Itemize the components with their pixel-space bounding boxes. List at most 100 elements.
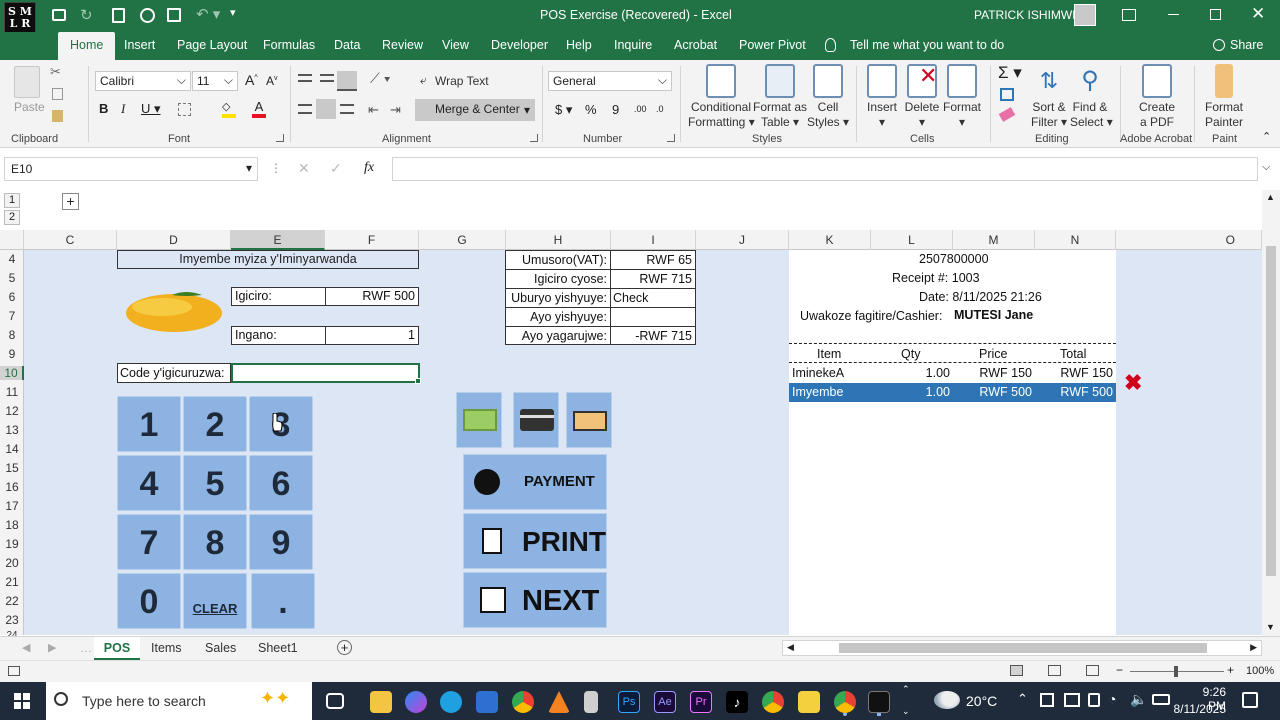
clear-icon[interactable] [998,107,1016,122]
sticky-notes-icon[interactable] [798,691,820,713]
chrome-profile-icon[interactable] [762,691,784,713]
bold-icon[interactable]: B [99,101,108,116]
qat-customize-icon[interactable]: ▾ [230,6,236,19]
find-select-button[interactable]: ⚲ Find & Select ▾ [1070,64,1113,130]
number-format-select[interactable]: General ⌵ [548,71,672,91]
windows-start-icon[interactable] [14,693,30,709]
sheet-prev-icon[interactable]: ◀ [22,641,30,654]
share-button[interactable]: Share [1230,38,1263,52]
sheet-more-icon[interactable]: … [80,641,92,655]
scroll-down-icon[interactable]: ▼ [1266,622,1275,632]
tab-home[interactable]: Home [58,32,116,60]
alignment-dialog-launcher-icon[interactable] [530,134,538,142]
ribbon-display-icon[interactable] [1122,9,1136,21]
page-layout-view-icon[interactable] [1048,665,1061,676]
code-input[interactable] [231,363,420,383]
network-icon[interactable]: ◔ [1108,691,1116,707]
scroll-left-icon[interactable]: ◀ [787,642,794,653]
quantity-value[interactable]: 1 [408,328,415,342]
sheet-tab-pos[interactable]: POS [94,637,140,661]
insert-function-icon[interactable]: fx [364,160,374,176]
delete-line-icon[interactable]: ✖ [1124,370,1142,396]
row-header[interactable]: 16 [0,480,24,494]
zoom-slider-thumb[interactable] [1174,666,1178,677]
column-header[interactable]: J [696,230,789,250]
horizontal-scrollbar[interactable]: ◀ ▶ [782,640,1262,656]
shrink-font-icon[interactable]: Av [266,74,278,88]
keypad-9-button[interactable]: 9 [249,514,313,570]
keypad-4-button[interactable]: 4 [117,455,181,511]
currency-icon[interactable]: $ ▾ [555,102,572,118]
row-header[interactable]: 17 [0,499,24,513]
column-header[interactable]: H [506,230,611,250]
qat-autosave-icon[interactable] [52,9,66,21]
chrome-active-icon[interactable] [834,691,856,713]
file-explorer-icon[interactable] [370,691,392,713]
row-header[interactable]: 6 [0,290,24,304]
row-header[interactable]: 15 [0,461,24,475]
qat-macro-icon[interactable] [140,8,155,23]
align-center-icon[interactable] [316,99,336,119]
fill-handle[interactable] [415,378,421,384]
zoom-in-icon[interactable]: + [1227,663,1234,677]
store-icon[interactable] [476,691,498,713]
formula-options-icon[interactable]: ⋮ [270,161,282,175]
page-break-view-icon[interactable] [1086,665,1099,676]
vertical-scrollbar[interactable]: ▲ ▼ [1262,190,1280,636]
column-header[interactable]: E [231,230,325,250]
italic-icon[interactable]: I [121,101,125,117]
row-header[interactable]: 21 [0,575,24,589]
outline-expand-button[interactable]: + [62,193,79,210]
taskbar-scroll-down-icon[interactable]: ⌄ [902,706,910,717]
check-payment-button[interactable] [566,392,612,448]
row-header[interactable]: 14 [0,442,24,456]
column-header[interactable]: O [1116,230,1262,250]
wrap-text-icon[interactable]: ⤶ [420,73,427,88]
decrease-indent-icon[interactable]: ⇤ [368,102,379,118]
tab-power-pivot[interactable]: Power Pivot [739,38,806,52]
keypad-5-button[interactable]: 5 [183,455,247,511]
copilot-icon[interactable] [405,691,427,713]
zoom-out-icon[interactable]: − [1116,663,1123,677]
payment-method-value[interactable]: Check [613,291,648,305]
conditional-formatting-button[interactable]: Conditional Formatting ▾ [688,64,755,130]
row-header[interactable]: 9 [0,347,24,361]
number-dialog-launcher-icon[interactable] [667,134,675,142]
zoom-level[interactable]: 100% [1246,665,1274,677]
name-box[interactable]: E10 ▾ [4,157,258,181]
cell-styles-button[interactable]: Cell Styles ▾ [806,64,850,130]
premiere-icon[interactable]: Pr [690,691,712,713]
column-header[interactable]: N [1035,230,1116,250]
tray-app-icon[interactable] [1040,693,1054,707]
volume-icon[interactable]: 🔈 [1130,691,1147,708]
keypad-dot-button[interactable]: . [251,573,315,629]
insert-cells-button[interactable]: Insert ▾ [862,64,902,130]
tab-data[interactable]: Data [334,38,360,52]
grow-font-icon[interactable]: A^ [245,72,258,88]
font-size-select[interactable]: 11 ⌵ [192,71,238,91]
outline-level-1[interactable]: 1 [4,193,20,208]
scroll-thumb[interactable] [1266,246,1276,576]
column-header[interactable]: I [611,230,696,250]
outline-level-2[interactable]: 2 [4,210,20,225]
sheet-tab-sales[interactable]: Sales [205,641,236,655]
hscroll-thumb[interactable] [839,643,1207,653]
column-header[interactable]: L [871,230,953,250]
chrome-icon[interactable] [512,691,534,713]
close-icon[interactable]: ✕ [1251,4,1265,24]
formula-input[interactable] [392,157,1258,181]
vlc-icon[interactable] [548,691,570,713]
align-middle-icon[interactable] [320,74,334,82]
column-header[interactable]: M [953,230,1035,250]
fill-icon[interactable] [1000,88,1014,101]
taskbar-search[interactable]: Type here to search ✦✦ [46,682,312,720]
keypad-clear-button[interactable]: CLEAR [183,573,247,629]
row-header[interactable]: 22 [0,594,24,608]
tab-developer[interactable]: Developer [491,38,548,52]
sheet-tab-sheet1[interactable]: Sheet1 [258,641,298,655]
avatar[interactable] [1074,4,1096,26]
sort-filter-button[interactable]: ⇅ Sort & Filter ▾ [1030,64,1068,130]
paste-button[interactable]: Paste [14,100,45,114]
tell-me-search[interactable]: Tell me what you want to do [850,38,1004,52]
row-header[interactable]: 5 [0,271,24,285]
